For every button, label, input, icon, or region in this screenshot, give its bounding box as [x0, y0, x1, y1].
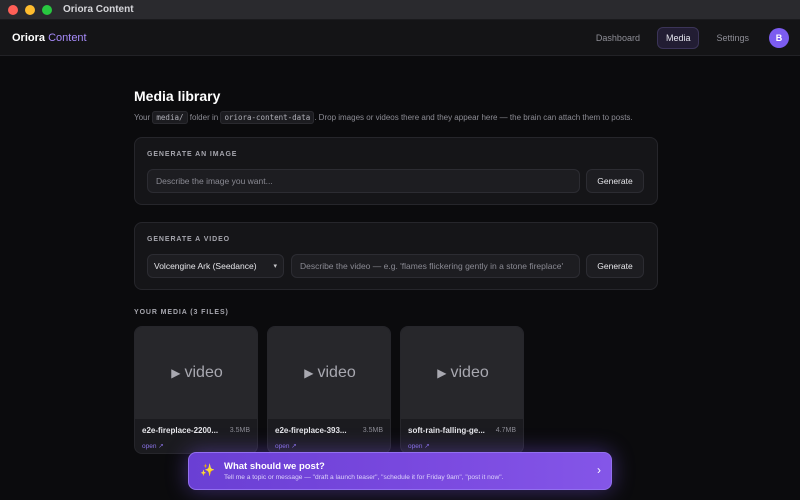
subtitle-text-2: folder in — [189, 113, 219, 122]
media-section-label: YOUR MEDIA (3 FILES) — [134, 309, 229, 316]
video-prompt-input[interactable]: Describe the video — e.g. 'flames flicke… — [291, 254, 580, 278]
file-size: 3.5MB — [362, 427, 383, 434]
page-subtitle: Your media/ folder in oriora-content-dat… — [134, 111, 658, 124]
thumbnail-label: video — [450, 364, 489, 381]
generate-video-button[interactable]: Generate — [586, 254, 644, 278]
generate-video-panel: GENERATE A VIDEO Volcengine Ark (Seedanc… — [134, 222, 658, 290]
video-thumbnail[interactable]: ▶ video — [135, 327, 257, 419]
file-name: e2e-fireplace-2200... — [142, 426, 219, 435]
file-size: 3.5MB — [229, 427, 250, 434]
app-window: Oriora Content Oriora Content Dashboard … — [0, 0, 800, 500]
close-window-button[interactable] — [8, 4, 18, 15]
open-link[interactable]: open ↗ — [275, 442, 297, 450]
prompt-subtitle: Tell me a topic or message — "draft a la… — [224, 474, 504, 481]
chevron-right-icon[interactable]: › — [597, 463, 601, 477]
brand-main: Oriora — [12, 31, 46, 44]
minimize-window-button[interactable] — [25, 4, 35, 15]
maximize-window-button[interactable] — [42, 4, 52, 15]
media-card[interactable]: ▶ video soft-rain-falling-ge... 4.7MB op… — [400, 326, 524, 454]
subtitle-text-3: . Drop images or videos there and they a… — [314, 113, 633, 122]
media-card[interactable]: ▶ video e2e-fireplace-393... 3.5MB open … — [267, 326, 391, 454]
thumbnail-label: video — [317, 364, 356, 381]
video-thumbnail[interactable]: ▶ video — [268, 327, 390, 419]
chevron-down-icon: ▾ — [273, 263, 277, 270]
video-model-select[interactable]: Volcengine Ark (Seedance) ▾ — [147, 254, 284, 278]
post-prompt-bar[interactable]: ✨ What should we post? Tell me a topic o… — [188, 452, 612, 490]
play-icon: ▶ — [171, 366, 181, 380]
subtitle-text-1: Your — [134, 113, 151, 122]
top-nav: Oriora Content Dashboard Media Settings … — [0, 20, 800, 56]
brand-accent: Content — [48, 31, 87, 44]
generate-image-panel: GENERATE AN IMAGE Describe the image you… — [134, 137, 658, 205]
page-title: Media library — [134, 88, 221, 104]
file-size: 4.7MB — [495, 427, 516, 434]
generate-image-button[interactable]: Generate — [586, 169, 644, 193]
generate-video-label: GENERATE A VIDEO — [147, 236, 230, 243]
page-header: Media library Your media/ folder in orio… — [134, 88, 658, 124]
video-model-value: Volcengine Ark (Seedance) — [154, 261, 257, 271]
thumbnail-label: video — [184, 364, 223, 381]
nav-dashboard[interactable]: Dashboard — [587, 27, 649, 49]
nav-links: Dashboard Media Settings — [587, 27, 758, 49]
sparkles-icon: ✨ — [200, 463, 215, 477]
open-link[interactable]: open ↗ — [142, 442, 164, 450]
media-card[interactable]: ▶ video e2e-fireplace-2200... 3.5MB open… — [134, 326, 258, 454]
user-avatar[interactable]: B — [769, 28, 789, 48]
nav-media[interactable]: Media — [656, 27, 700, 49]
brand-logo[interactable]: Oriora Content — [12, 32, 87, 44]
window-title: Oriora Content — [63, 4, 134, 15]
image-prompt-input[interactable]: Describe the image you want... — [147, 169, 580, 193]
generate-image-label: GENERATE AN IMAGE — [147, 151, 238, 158]
prompt-title: What should we post? — [224, 461, 325, 472]
play-icon: ▶ — [304, 366, 314, 380]
file-name: e2e-fireplace-393... — [275, 426, 347, 435]
file-name: soft-rain-falling-ge... — [408, 426, 485, 435]
open-link[interactable]: open ↗ — [408, 442, 430, 450]
play-icon: ▶ — [437, 366, 447, 380]
window-controls — [8, 4, 52, 15]
video-thumbnail[interactable]: ▶ video — [401, 327, 523, 419]
title-bar: Oriora Content — [0, 0, 800, 20]
nav-settings[interactable]: Settings — [707, 27, 758, 49]
media-folder-code: media/ — [152, 111, 188, 124]
data-repo-code: oriora-content-data — [220, 111, 315, 124]
